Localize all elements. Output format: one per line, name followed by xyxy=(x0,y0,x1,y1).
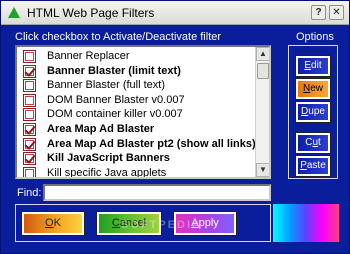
filter-list-item[interactable]: Area Map Ad Blaster pt2 (show all links) xyxy=(19,137,256,152)
filter-label: Banner Blaster (full text) xyxy=(47,79,165,92)
filter-list[interactable]: Banner Replacer Banner Blaster (limit tex… xyxy=(15,45,271,179)
filter-label: DOM container killer v0.007 xyxy=(47,108,183,121)
filter-label: Area Map Ad Blaster xyxy=(47,123,155,135)
close-button[interactable]: ✕ xyxy=(329,5,344,20)
scroll-down-arrow-icon[interactable]: ▼ xyxy=(256,163,269,177)
filter-list-item[interactable]: Banner Blaster (full text) xyxy=(19,78,255,93)
filter-checkbox[interactable] xyxy=(23,166,36,177)
filter-checkbox[interactable] xyxy=(23,50,36,63)
cut-button[interactable]: Cut xyxy=(295,132,331,154)
filter-list-item[interactable]: Banner Blaster (limit text) xyxy=(19,64,255,79)
find-input[interactable] xyxy=(43,184,271,201)
filter-checkbox[interactable] xyxy=(23,64,36,78)
filter-checkbox[interactable] xyxy=(23,108,36,122)
find-label: Find: xyxy=(17,187,42,199)
paste-button[interactable]: Paste xyxy=(295,155,331,177)
options-label: Options xyxy=(296,31,334,43)
scroll-thumb[interactable] xyxy=(257,63,269,79)
decorative-gradient xyxy=(273,204,339,242)
filter-checkbox[interactable] xyxy=(23,93,36,107)
instruction-text: Click checkbox to Activate/Deactivate fi… xyxy=(15,31,222,43)
title-bar[interactable]: HTML Web Page Filters ? ✕ xyxy=(1,1,349,25)
filter-label: Banner Blaster (limit text) xyxy=(47,64,181,77)
scroll-up-arrow-icon[interactable]: ▲ xyxy=(256,47,269,61)
dupe-button[interactable]: Dupe xyxy=(295,101,331,123)
filter-list-item[interactable]: Kill JavaScript Banners xyxy=(19,151,255,166)
window-title: HTML Web Page Filters xyxy=(27,6,155,20)
options-panel: Edit New Dupe Cut Paste xyxy=(288,45,338,179)
filter-checkbox[interactable] xyxy=(23,152,36,166)
filters-window: HTML Web Page Filters ? ✕ Click checkbox… xyxy=(0,0,350,254)
filter-label: Kill JavaScript Banners xyxy=(47,152,170,165)
filter-checkbox[interactable] xyxy=(23,79,36,93)
filter-list-item[interactable]: Area Map Ad Blaster xyxy=(19,122,255,137)
filter-list-item[interactable]: Kill specific Java applets xyxy=(19,166,255,179)
filter-list-item[interactable]: Banner Replacer xyxy=(19,49,255,64)
filter-label: Kill specific Java applets xyxy=(47,166,167,179)
ok-button[interactable]: OK xyxy=(21,211,85,236)
help-button[interactable]: ? xyxy=(311,5,326,20)
green-triangle-icon xyxy=(8,7,20,18)
filter-list-item[interactable]: DOM Banner Blaster v0.007 xyxy=(19,93,255,108)
filter-checkbox[interactable] xyxy=(23,137,36,151)
filter-label: DOM Banner Blaster v0.007 xyxy=(47,93,185,106)
edit-button[interactable]: Edit xyxy=(295,55,331,77)
filter-list-item[interactable]: DOM container killer v0.007 xyxy=(19,107,255,122)
watermark: SOFTPEDIA xyxy=(121,219,202,231)
filter-label: Banner Replacer xyxy=(47,50,130,62)
filter-checkbox[interactable] xyxy=(23,123,36,136)
filter-label: Area Map Ad Blaster pt2 (show all links) xyxy=(47,137,256,150)
new-button[interactable]: New xyxy=(295,78,331,100)
vertical-scrollbar[interactable]: ▲ ▼ xyxy=(255,47,269,177)
